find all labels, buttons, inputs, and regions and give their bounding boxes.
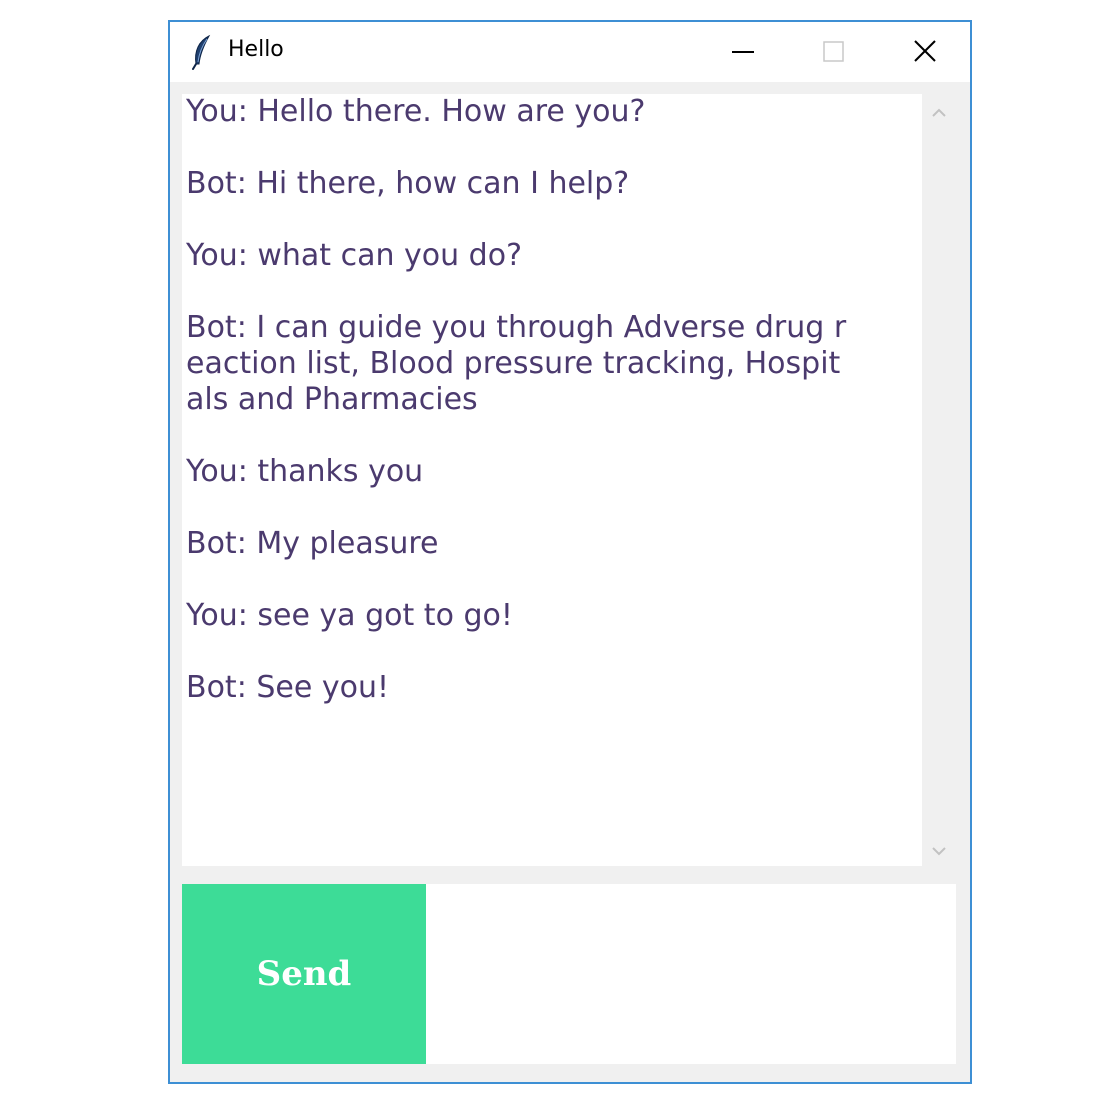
chat-message: You: Hello there. How are you? — [186, 94, 910, 130]
vertical-scrollbar[interactable] — [922, 94, 956, 866]
feather-icon — [190, 34, 214, 70]
send-button[interactable]: Send — [182, 884, 426, 1064]
chat-message-line: Bot: Hi there, how can I help? — [186, 166, 630, 201]
chat-window: Hello You: Hello there. How are you? Bot:… — [168, 20, 972, 1084]
chat-message-line: als and Pharmacies — [186, 382, 478, 417]
message-input[interactable] — [426, 884, 956, 1064]
message-gap — [186, 562, 910, 598]
chat-message-line: eaction list, Blood pressure tracking, H… — [186, 346, 841, 381]
chat-message-line: You: Hello there. How are you? — [186, 94, 646, 129]
chat-message: You: thanks you — [186, 454, 910, 490]
message-gap — [186, 418, 910, 454]
close-button[interactable] — [882, 22, 962, 82]
message-gap — [186, 274, 910, 310]
message-gap — [186, 130, 910, 166]
window-title: Hello — [228, 37, 284, 62]
chat-message: Bot: My pleasure — [186, 526, 910, 562]
title-bar[interactable]: Hello — [170, 22, 970, 82]
chat-message-line: Bot: I can guide you through Adverse dru… — [186, 310, 847, 345]
chat-transcript: You: Hello there. How are you? Bot: Hi th… — [186, 94, 910, 706]
chat-message: Bot: Hi there, how can I help? — [186, 166, 910, 202]
close-icon — [914, 40, 936, 62]
chat-message: You: see ya got to go! — [186, 598, 910, 634]
chat-message-line: Bot: My pleasure — [186, 526, 439, 561]
chat-message: You: what can you do? — [186, 238, 910, 274]
chat-log[interactable]: You: Hello there. How are you? Bot: Hi th… — [182, 94, 922, 866]
chevron-up-icon[interactable] — [929, 106, 949, 120]
maximize-icon — [823, 41, 844, 62]
chat-message: Bot: See you! — [186, 670, 910, 706]
chat-message-line: You: thanks you — [186, 454, 424, 489]
minimize-icon — [732, 51, 754, 53]
minimize-button[interactable] — [702, 22, 782, 82]
message-gap — [186, 634, 910, 670]
maximize-button[interactable] — [792, 22, 872, 82]
chat-message-line: You: see ya got to go! — [186, 598, 513, 633]
chat-message: Bot: I can guide you through Adverse dru… — [186, 310, 910, 418]
message-gap — [186, 490, 910, 526]
chat-message-line: You: what can you do? — [186, 238, 522, 273]
message-gap — [186, 202, 910, 238]
chat-message-line: Bot: See you! — [186, 670, 389, 705]
chevron-down-icon[interactable] — [929, 844, 949, 858]
